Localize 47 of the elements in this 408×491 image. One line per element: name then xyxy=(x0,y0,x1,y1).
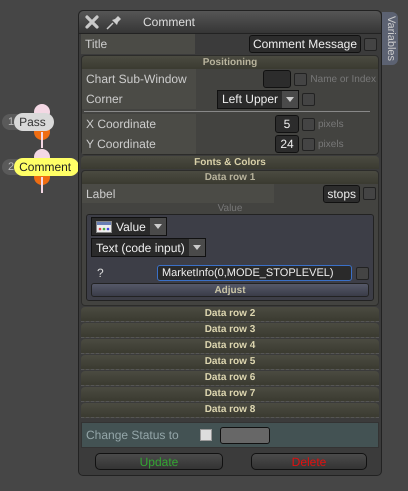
section-header[interactable]: Data row 7 xyxy=(81,387,379,402)
status-label: Change Status to xyxy=(86,428,180,442)
node-label[interactable]: Pass xyxy=(14,113,54,131)
checkbox[interactable] xyxy=(294,72,308,86)
dropdown[interactable]: Left Upper xyxy=(216,90,299,108)
caret-icon xyxy=(286,96,294,102)
field-label: X Coordinate xyxy=(82,114,196,134)
checkbox[interactable] xyxy=(302,92,315,106)
section-header[interactable]: Data row 4 xyxy=(81,339,379,354)
checkbox[interactable] xyxy=(302,138,315,150)
checkbox[interactable] xyxy=(363,187,376,200)
checkbox[interactable] xyxy=(364,38,377,50)
side-tab[interactable]: Variables xyxy=(382,12,398,66)
field-label: Title xyxy=(81,34,195,54)
field-label: Corner xyxy=(82,89,196,109)
dropdown[interactable]: Text (code input) xyxy=(91,238,206,257)
dropdown[interactable]: Value xyxy=(91,217,167,236)
window-icon xyxy=(96,220,112,232)
checkbox[interactable] xyxy=(200,429,212,441)
section-header[interactable]: Data row 6 xyxy=(81,371,379,386)
status-field[interactable] xyxy=(220,426,270,444)
node-label[interactable]: Comment xyxy=(14,158,80,176)
section-header[interactable]: Fonts & Colors xyxy=(81,156,379,169)
field-label: Y Coordinate xyxy=(82,134,196,154)
section-header[interactable]: Positioning xyxy=(82,56,378,69)
window-title: Comment xyxy=(143,15,196,29)
section-header[interactable]: Data row 3 xyxy=(81,323,379,338)
input-field[interactable]: 24 xyxy=(275,135,299,153)
caret-icon xyxy=(154,224,162,229)
section-header[interactable]: Data row 8 xyxy=(81,403,379,418)
field-label: Label xyxy=(82,184,274,203)
input-field[interactable]: 5 xyxy=(275,115,299,133)
caret-icon xyxy=(192,245,201,250)
label-field[interactable]: stops xyxy=(323,184,360,202)
code-field[interactable]: MarketInfo(0,MODE_STOPLEVEL) xyxy=(157,265,352,281)
title-field[interactable]: Comment Message xyxy=(248,35,361,53)
parameter-label: ? xyxy=(96,266,105,280)
pin-icon[interactable] xyxy=(105,14,123,30)
input-field[interactable] xyxy=(263,70,292,88)
close-icon[interactable] xyxy=(85,15,99,29)
adjust-button[interactable]: Adjust xyxy=(91,283,369,297)
checkbox[interactable] xyxy=(302,118,315,130)
section-header[interactable]: Data row 5 xyxy=(81,355,379,370)
section-header[interactable]: Data row 1 xyxy=(82,171,378,184)
field-label: Chart Sub-Window xyxy=(82,69,196,89)
section-header[interactable]: Data row 2 xyxy=(81,307,379,322)
checkbox[interactable] xyxy=(356,266,369,280)
